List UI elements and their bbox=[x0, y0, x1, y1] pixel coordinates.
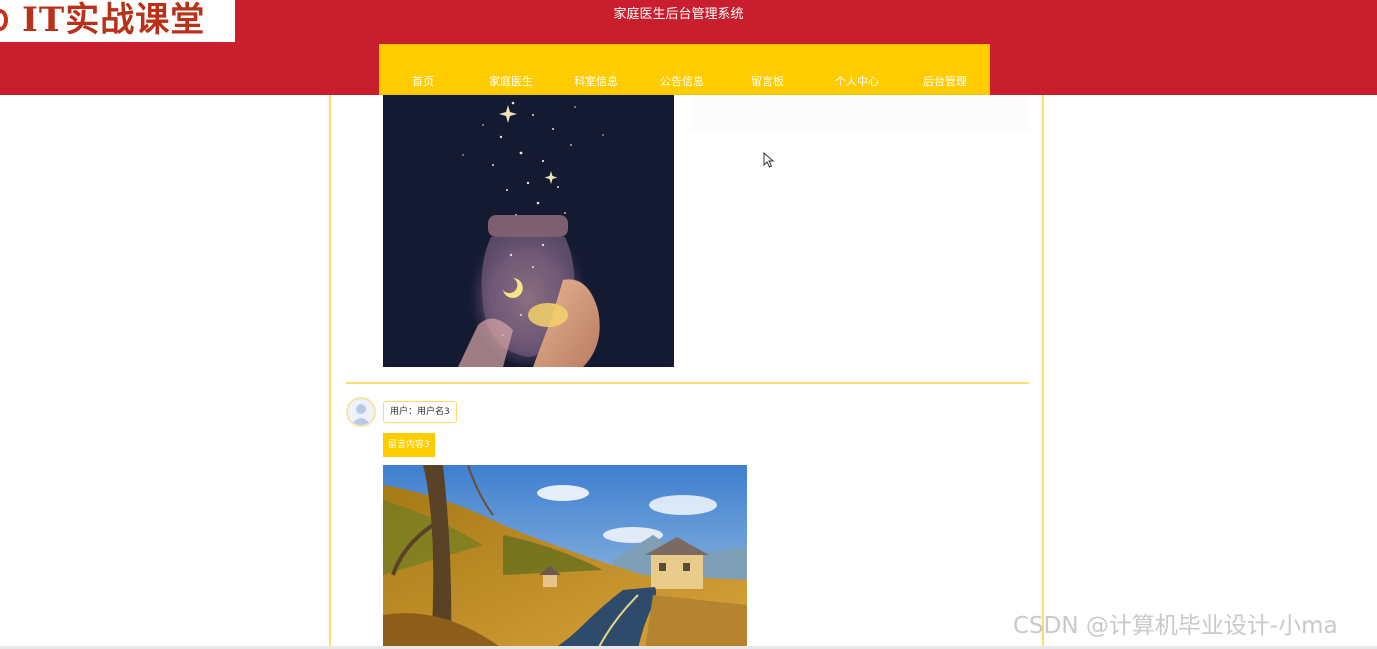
mouse-cursor-icon bbox=[763, 152, 775, 168]
message-board-panel: 用户：用户名3 留言内容3 bbox=[329, 95, 1044, 649]
csdn-watermark: CSDN @计算机毕业设计-小ma bbox=[1013, 613, 1338, 639]
main-nav: 首页 家庭医生 科室信息 公告信息 留言板 个人中心 后台管理 bbox=[379, 44, 990, 95]
message-divider bbox=[346, 382, 1029, 384]
message-user-label: 用户：用户名3 bbox=[383, 401, 457, 423]
nav-item-home[interactable]: 首页 bbox=[412, 74, 434, 90]
nav-item-admin[interactable]: 后台管理 bbox=[923, 74, 967, 90]
panel-shade bbox=[691, 95, 1029, 131]
user-avatar bbox=[346, 397, 376, 427]
site-title: 家庭医生后台管理系统 bbox=[613, 7, 744, 22]
starry-jar-image bbox=[383, 95, 674, 367]
nav-item-family-doctor[interactable]: 家庭医生 bbox=[489, 74, 533, 90]
message-content: 留言内容3 bbox=[383, 433, 435, 457]
nav-item-announcements[interactable]: 公告信息 bbox=[660, 74, 704, 90]
site-header: IT实战课堂 家庭医生后台管理系统 首页 家庭医生 科室信息 公告信息 留言板 … bbox=[0, 0, 1377, 95]
nav-item-department[interactable]: 科室信息 bbox=[574, 74, 618, 90]
nav-item-message-board[interactable]: 留言板 bbox=[751, 74, 784, 90]
country-road-house-image bbox=[383, 465, 747, 649]
nav-item-personal-center[interactable]: 个人中心 bbox=[835, 74, 879, 90]
